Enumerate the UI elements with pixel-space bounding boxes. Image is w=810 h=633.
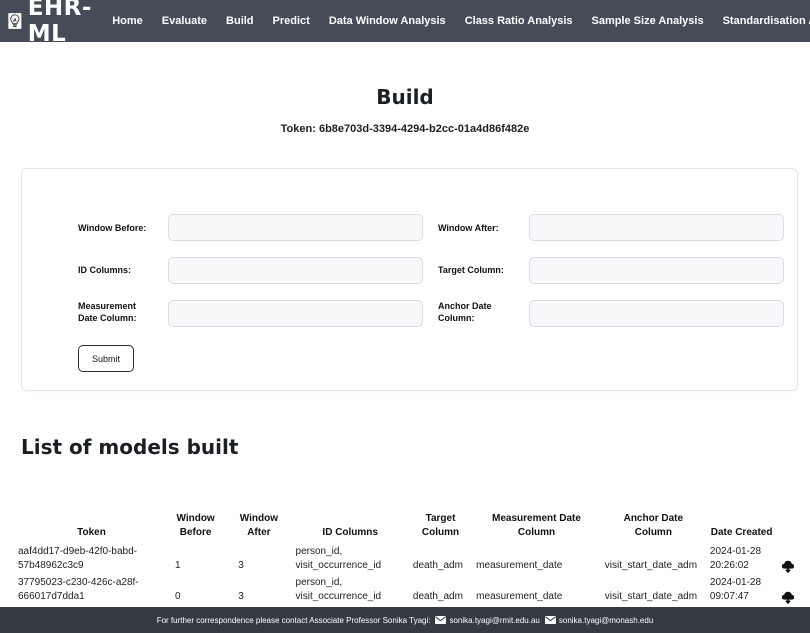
id-columns-label: ID Columns:: [78, 265, 131, 275]
col-measurement-date: Measurement Date Column: [492, 513, 581, 538]
table-row: aaf4dd17-d9eb-42f0-babd-57b48962c3c9 1 3…: [18, 543, 808, 574]
col-date-created: Date Created: [710, 527, 773, 538]
nav-data-window-analysis[interactable]: Data Window Analysis: [329, 15, 446, 27]
page-title: Build: [376, 85, 434, 109]
window-after-label: Window After:: [438, 223, 499, 233]
footer: For further correspondence please contac…: [0, 607, 810, 633]
cell-token: aaf4dd17-d9eb-42f0-babd-57b48962c3c9: [18, 546, 137, 571]
window-after-input[interactable]: [529, 214, 784, 241]
cell-target-column: death_adm: [412, 591, 463, 602]
col-id-columns: ID Columns: [322, 527, 378, 538]
envelope-icon: [435, 616, 447, 624]
measurement-date-label: Measurement Date Column:: [78, 301, 137, 323]
brand[interactable]: EHR-ML: [8, 0, 98, 42]
cell-date-created: 2024-01-28 20:26:02: [709, 546, 762, 571]
footer-email-monash[interactable]: sonika.tyagi@monash.edu: [559, 616, 653, 625]
nav-sample-size-analysis[interactable]: Sample Size Analysis: [592, 15, 704, 27]
nav-links: Home Evaluate Build Predict Data Window …: [112, 15, 810, 27]
footer-email-rmit[interactable]: sonika.tyagi@rmit.edu.au: [449, 616, 539, 625]
col-window-after: Window After: [239, 513, 278, 538]
col-anchor-date: Anchor Date Column: [623, 513, 684, 538]
cell-id-columns: person_id, visit_occurrence_id: [295, 546, 382, 571]
window-before-label: Window Before:: [78, 223, 147, 233]
cell-window-after: 3: [238, 560, 244, 571]
models-list-title: List of models built: [21, 435, 239, 459]
cell-date-created: 2024-01-28 09:07:47: [709, 577, 762, 602]
cell-target-column: death_adm: [412, 560, 463, 571]
cell-anchor-date: visit_start_date_adm: [604, 560, 698, 571]
cell-id-columns: person_id, visit_occurrence_id: [295, 577, 382, 602]
target-column-input[interactable]: [529, 257, 784, 284]
cell-window-after: 3: [238, 591, 244, 602]
submit-button[interactable]: Submit: [78, 345, 134, 372]
nav-class-ratio-analysis[interactable]: Class Ratio Analysis: [465, 15, 573, 27]
footer-contact-text: For further correspondence please contac…: [156, 615, 431, 625]
nav-predict[interactable]: Predict: [273, 15, 310, 27]
cell-action: [777, 574, 808, 605]
top-navbar: EHR-ML Home Evaluate Build Predict Data …: [0, 0, 810, 42]
nav-home[interactable]: Home: [112, 15, 143, 27]
nav-standardisation-analysis[interactable]: Standardisation Analysis: [723, 15, 810, 27]
col-target-column: Target Column: [421, 513, 460, 538]
cloud-download-icon[interactable]: [781, 559, 795, 573]
col-token: Token: [77, 527, 106, 538]
cell-measurement-date: measurement_date: [476, 560, 563, 571]
cell-anchor-date: visit_start_date_adm: [604, 591, 698, 602]
window-before-input[interactable]: [168, 214, 423, 241]
target-column-label: Target Column:: [438, 265, 504, 275]
cell-measurement-date: measurement_date: [476, 591, 563, 602]
anchor-date-input[interactable]: [529, 300, 784, 327]
col-window-before: Window Before: [176, 513, 215, 538]
cell-window-before: 1: [174, 560, 181, 571]
cell-action: [777, 543, 808, 574]
brand-name: EHR-ML: [27, 0, 92, 42]
table-row: 37795023-c230-426c-a28f-666017d7dda1 0 3…: [18, 574, 808, 605]
cell-window-before: 0: [174, 591, 181, 602]
nav-build[interactable]: Build: [226, 15, 254, 27]
cell-token: 37795023-c230-426c-a28f-666017d7dda1: [18, 577, 139, 602]
measurement-date-input[interactable]: [168, 300, 423, 327]
envelope-icon: [544, 616, 556, 624]
table-header-row: Token Window Before Window After ID Colu…: [18, 512, 808, 543]
cloud-download-icon[interactable]: [781, 590, 795, 604]
nav-evaluate[interactable]: Evaluate: [162, 15, 207, 27]
session-token: Token: 6b8e703d-3394-4294-b2cc-01a4d86f4…: [280, 123, 530, 135]
anchor-date-label: Anchor Date Column:: [438, 301, 492, 323]
build-form-card: Window Before: Window After: ID Columns:…: [21, 168, 798, 391]
id-columns-input[interactable]: [168, 257, 423, 284]
col-actions: [777, 512, 808, 543]
lightbulb-logo-icon: [8, 13, 22, 29]
models-table: Token Window Before Window After ID Colu…: [18, 512, 808, 605]
